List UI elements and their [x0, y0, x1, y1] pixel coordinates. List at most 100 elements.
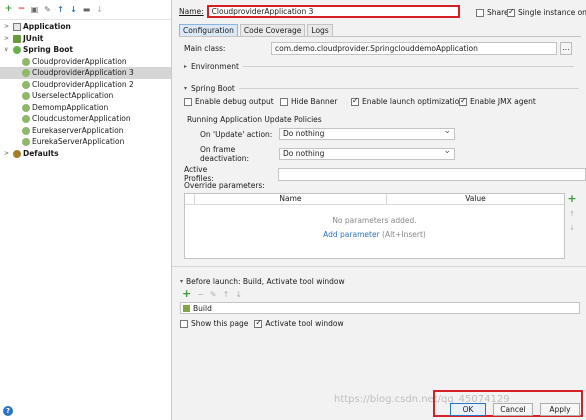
tree-item-defaults[interactable]: > Defaults — [0, 148, 171, 160]
tree-item-config-selected[interactable]: CloudproviderApplication 3 — [0, 67, 171, 79]
table-header-corner — [185, 194, 195, 204]
update-policies-title: Running Application Update Policies — [187, 115, 322, 124]
expand-arrow-icon[interactable]: ▸ — [184, 63, 187, 70]
before-launch-section[interactable]: ▾ Before launch: Build, Activate tool wi… — [180, 277, 345, 286]
hide-banner-checkbox[interactable] — [280, 97, 288, 106]
single-instance-checkbox[interactable] — [507, 7, 515, 17]
copy-icon[interactable]: ▣ — [30, 4, 39, 15]
enable-launch-optimization-option[interactable]: Enable launch optimization — [351, 96, 464, 106]
move-down-icon[interactable]: ↓ — [569, 224, 575, 232]
active-profiles-input[interactable] — [277, 167, 586, 181]
build-task-label: Build — [193, 303, 212, 313]
tab-code-coverage[interactable]: Code Coverage — [239, 24, 306, 36]
tree-item-config[interactable]: DemompApplication — [0, 102, 171, 114]
spring-boot-config-icon — [22, 69, 30, 77]
hide-banner-option[interactable]: Hide Banner — [280, 97, 337, 106]
name-input[interactable]: CloudproviderApplication 3 — [206, 5, 460, 18]
edit-icon[interactable]: ✎ — [210, 290, 217, 299]
tree-item-config[interactable]: CloudproviderApplication — [0, 56, 171, 68]
activate-tool-window-checkbox[interactable] — [254, 318, 263, 328]
configurations-tree: > Application > JUnit ∨ Spring Boot Clou… — [0, 21, 171, 159]
share-checkbox[interactable] — [476, 8, 484, 17]
folder-icon[interactable]: ▬ — [82, 4, 91, 15]
cancel-button[interactable]: Cancel — [493, 403, 533, 416]
browse-button[interactable]: ... — [560, 42, 572, 55]
main-class-input[interactable]: com.demo.cloudprovider.SpringclouddemoAp… — [271, 42, 557, 55]
add-icon[interactable]: + — [567, 193, 576, 204]
sort-icon[interactable]: ↓ — [95, 4, 104, 15]
remove-icon[interactable]: − — [17, 4, 26, 15]
add-icon[interactable]: + — [182, 288, 191, 299]
section-divider — [238, 88, 579, 89]
tree-item-spring-boot[interactable]: ∨ Spring Boot — [0, 44, 171, 56]
help-icon[interactable]: ? — [3, 406, 13, 416]
tab-logs[interactable]: Logs — [307, 24, 333, 36]
spring-boot-config-icon — [22, 126, 30, 135]
expand-arrow-icon[interactable]: > — [4, 148, 9, 160]
tree-item-config[interactable]: CloudcustomerApplication — [0, 113, 171, 125]
enable-debug-output-checkbox[interactable] — [184, 97, 192, 106]
tree-item-junit[interactable]: > JUnit — [0, 33, 171, 45]
remove-icon[interactable]: − — [197, 290, 204, 299]
config-tabs: Configuration Code Coverage Logs — [179, 24, 333, 36]
ok-button[interactable]: OK — [450, 403, 486, 416]
empty-table-text: No parameters added. — [332, 216, 417, 225]
environment-label: Environment — [191, 62, 239, 71]
single-instance-option[interactable]: Single instance only — [507, 7, 586, 17]
tree-item-config[interactable]: UserselectApplication — [0, 90, 171, 102]
configurations-toolbar: + − ▣ ✎ ↑ ↓ ▬ ↓ — [0, 0, 171, 20]
move-up-icon[interactable]: ↑ — [223, 290, 230, 299]
wrench-icon[interactable]: ✎ — [43, 4, 52, 15]
add-parameter-hint: (Alt+Insert) — [382, 230, 426, 239]
override-parameters-table[interactable]: Name Value No parameters added. Add para… — [184, 193, 565, 259]
on-update-dropdown[interactable]: Do nothing — [279, 126, 455, 140]
before-launch-task-list[interactable]: Build — [180, 302, 580, 314]
move-down-icon[interactable]: ↓ — [69, 4, 78, 15]
move-down-icon[interactable]: ↓ — [235, 290, 242, 299]
collapse-arrow-icon[interactable]: ▾ — [180, 278, 183, 285]
spring-boot-config-icon — [22, 92, 30, 100]
environment-section[interactable]: ▸ Environment — [184, 62, 574, 71]
before-launch-toolbar: + − ✎ ↑ ↓ — [182, 288, 242, 299]
enable-debug-output-option[interactable]: Enable debug output — [184, 97, 274, 106]
table-actions: + ↑ ↓ — [567, 193, 577, 232]
defaults-icon — [13, 149, 21, 158]
collapse-arrow-icon[interactable]: ▾ — [184, 85, 187, 92]
build-icon — [183, 304, 190, 312]
enable-jmx-agent-option[interactable]: Enable JMX agent — [459, 96, 536, 106]
tab-configuration[interactable]: Configuration — [179, 24, 238, 36]
move-up-icon[interactable]: ↑ — [569, 210, 575, 218]
move-up-icon[interactable]: ↑ — [56, 4, 65, 15]
add-icon[interactable]: + — [4, 4, 13, 15]
before-launch-divider — [172, 266, 586, 267]
tree-item-config[interactable]: EurekaserverApplication — [0, 125, 171, 137]
on-frame-deactivation-dropdown[interactable]: Do nothing — [279, 146, 455, 160]
main-class-row: Main class: com.demo.cloudprovider.Sprin… — [184, 42, 572, 55]
expand-arrow-icon[interactable]: > — [4, 33, 9, 45]
tree-item-config[interactable]: CloudproviderApplication 2 — [0, 79, 171, 91]
before-launch-label: Before launch: Build, Activate tool wind… — [186, 277, 345, 286]
add-parameter-link[interactable]: Add parameter — [323, 230, 380, 239]
tree-item-config[interactable]: EurekaServerApplication — [0, 136, 171, 148]
main-class-label: Main class: — [184, 44, 226, 53]
show-page-checkbox[interactable] — [180, 319, 188, 328]
spring-boot-config-icon — [22, 80, 30, 89]
spring-boot-config-icon — [22, 103, 30, 112]
spring-boot-section[interactable]: ▾ Spring Boot — [184, 84, 579, 93]
column-header-name[interactable]: Name — [195, 194, 387, 204]
configuration-editor: Name: CloudproviderApplication 3 Share S… — [172, 0, 586, 420]
spring-boot-icon — [13, 46, 21, 54]
tree-item-application[interactable]: > Application — [0, 21, 171, 33]
enable-jmx-agent-checkbox[interactable] — [459, 96, 467, 106]
column-header-value[interactable]: Value — [387, 194, 564, 204]
name-row: Name: CloudproviderApplication 3 — [179, 5, 460, 18]
junit-icon — [13, 34, 21, 43]
expand-arrow-icon[interactable]: > — [4, 21, 9, 33]
collapse-arrow-icon[interactable]: ∨ — [4, 44, 8, 56]
configurations-panel: + − ▣ ✎ ↑ ↓ ▬ ↓ > Application > JUnit ∨ … — [0, 0, 172, 420]
spring-boot-config-icon — [22, 57, 30, 66]
spring-boot-section-label: Spring Boot — [191, 84, 235, 93]
apply-button[interactable]: Apply — [540, 403, 580, 416]
enable-launch-optimization-checkbox[interactable] — [351, 96, 359, 106]
share-option[interactable]: Share — [476, 8, 509, 17]
